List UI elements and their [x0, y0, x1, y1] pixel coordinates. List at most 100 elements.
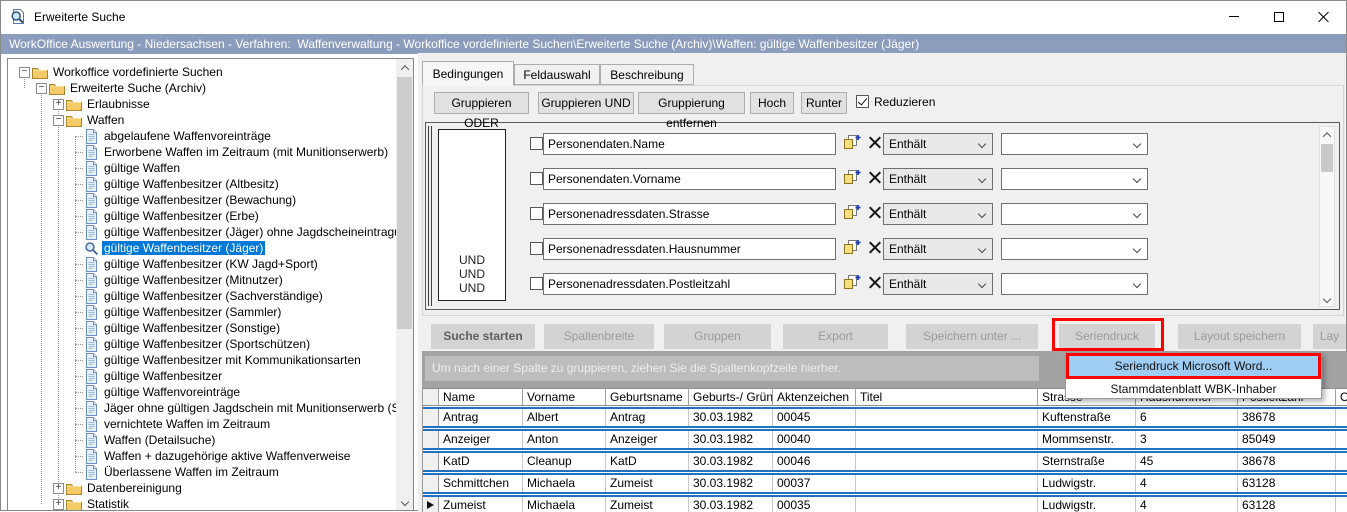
- tab-bedingungen[interactable]: Bedingungen: [422, 61, 514, 86]
- add-field-icon[interactable]: [843, 169, 861, 186]
- tree-item-gültige-waffenbesitzer-jäger[interactable]: gültige Waffenbesitzer (Jäger): [9, 240, 396, 256]
- tree-item-gültige-waffenbesitzer-sportschützen[interactable]: gültige Waffenbesitzer (Sportschützen): [9, 336, 396, 352]
- row-selector[interactable]: [423, 475, 439, 492]
- condition-field-input[interactable]: Personenadressdaten.Postleitzahl: [543, 273, 836, 295]
- column-header-geburtsname[interactable]: Geburtsname: [606, 388, 689, 406]
- value-select[interactable]: [1001, 238, 1148, 260]
- scrollbar-thumb[interactable]: [1321, 144, 1333, 172]
- delete-condition-icon[interactable]: [868, 136, 881, 149]
- minimize-button[interactable]: [1211, 1, 1256, 32]
- hoch-button[interactable]: Hoch: [750, 92, 794, 114]
- reduzieren-checkbox[interactable]: [856, 95, 869, 108]
- tree-item-gültige-waffenbesitzer-kw-jagd-sport[interactable]: gültige Waffenbesitzer (KW Jagd+Sport): [9, 256, 396, 272]
- tree-item-abgelaufene-waffenvoreinträge[interactable]: abgelaufene Waffenvoreinträge: [9, 128, 396, 144]
- expand-toggle-icon[interactable]: +: [53, 483, 64, 494]
- spaltenbreite-button[interactable]: Spaltenbreite: [544, 324, 654, 349]
- expand-toggle-icon[interactable]: +: [53, 499, 64, 510]
- condition-checkbox[interactable]: [530, 137, 543, 150]
- condition-checkbox[interactable]: [530, 242, 543, 255]
- tree-item-waffen[interactable]: −Waffen: [9, 112, 396, 128]
- column-header-o[interactable]: O: [1336, 388, 1347, 406]
- column-header-vorname[interactable]: Vorname: [523, 388, 606, 406]
- operator-select[interactable]: Enthält: [883, 273, 993, 295]
- expand-toggle-icon[interactable]: +: [53, 99, 64, 110]
- add-field-icon[interactable]: [843, 274, 861, 291]
- tree-item-gültige-waffenbesitzer-bewachung[interactable]: gültige Waffenbesitzer (Bewachung): [9, 192, 396, 208]
- speichern-unter-button[interactable]: Speichern unter ...: [906, 324, 1038, 349]
- operator-select[interactable]: Enthält: [883, 203, 993, 225]
- delete-condition-icon[interactable]: [868, 276, 881, 289]
- collapse-toggle-icon[interactable]: −: [53, 115, 64, 126]
- tree-item-gültige-waffen[interactable]: gültige Waffen: [9, 160, 396, 176]
- tree-item-waffen-dazugehörige-aktive-waffenverweise[interactable]: Waffen + dazugehörige aktive Waffenverwe…: [9, 448, 396, 464]
- condition-field-input[interactable]: Personendaten.Name: [543, 133, 836, 155]
- condition-field-input[interactable]: Personendaten.Vorname: [543, 168, 836, 190]
- row-selector[interactable]: [423, 453, 439, 470]
- column-header-aktenzeichen[interactable]: Aktenzeichen: [773, 388, 856, 406]
- tab-feldauswahl[interactable]: Feldauswahl: [514, 64, 600, 85]
- tree-item-erlaubnisse[interactable]: +Erlaubnisse: [9, 96, 396, 112]
- operator-select[interactable]: Enthält: [883, 133, 993, 155]
- tree-item-gültige-waffenbesitzer-sachverständige[interactable]: gültige Waffenbesitzer (Sachverständige): [9, 288, 396, 304]
- tree-item-erworbene-waffen-im-zeitraum-mit-munitionserwerb[interactable]: Erworbene Waffen im Zeitraum (mit Muniti…: [9, 144, 396, 160]
- tree-item-überlassene-waffen-im-zeitraum[interactable]: Überlassene Waffen im Zeitraum: [9, 464, 396, 480]
- delete-condition-icon[interactable]: [868, 206, 881, 219]
- scrollbar-thumb[interactable]: [397, 77, 412, 329]
- runter-button[interactable]: Runter: [801, 92, 847, 114]
- tree-item-gültige-waffenbesitzer-erbe[interactable]: gültige Waffenbesitzer (Erbe): [9, 208, 396, 224]
- tab-beschreibung[interactable]: Beschreibung: [600, 64, 694, 85]
- collapse-toggle-icon[interactable]: −: [19, 67, 30, 78]
- tree-item-gültige-waffenbesitzer-sonstige[interactable]: gültige Waffenbesitzer (Sonstige): [9, 320, 396, 336]
- maximize-button[interactable]: [1256, 1, 1301, 32]
- table-row[interactable]: AntragAlbertAntrag30.03.198200045Kuftens…: [423, 407, 1347, 428]
- tree-item-gültige-waffenbesitzer-mit-kommunikationsarten[interactable]: gültige Waffenbesitzer mit Kommunikation…: [9, 352, 396, 368]
- tree-item-datenbereinigung[interactable]: +Datenbereinigung: [9, 480, 396, 496]
- conditions-vertical-scrollbar[interactable]: [1319, 126, 1335, 307]
- condition-field-input[interactable]: Personenadressdaten.Strasse: [543, 203, 836, 225]
- add-field-icon[interactable]: [843, 239, 861, 256]
- gruppieren-oder-button[interactable]: Gruppieren ODER: [434, 92, 529, 114]
- add-field-icon[interactable]: [843, 204, 861, 221]
- tree-item-vernichtete-waffen-im-zeitraum[interactable]: vernichtete Waffen im Zeitraum: [9, 416, 396, 432]
- row-selector[interactable]: [423, 431, 439, 448]
- table-row[interactable]: SchmittchenMichaelaZumeist30.03.19820003…: [423, 473, 1347, 494]
- collapse-toggle-icon[interactable]: −: [36, 83, 47, 94]
- tree-item-gültige-waffenbesitzer-sammler[interactable]: gültige Waffenbesitzer (Sammler): [9, 304, 396, 320]
- value-select[interactable]: [1001, 168, 1148, 190]
- operator-select[interactable]: Enthält: [883, 168, 993, 190]
- lay-button[interactable]: Lay: [1313, 324, 1346, 349]
- scroll-down-icon[interactable]: [396, 493, 413, 510]
- tree-item-waffen-detailsuche[interactable]: Waffen (Detailsuche): [9, 432, 396, 448]
- operator-select[interactable]: Enthält: [883, 238, 993, 260]
- tree-item-gültige-waffenbesitzer-jäger-ohne-jagdscheineintragung[interactable]: gültige Waffenbesitzer (Jäger) ohne Jagd…: [9, 224, 396, 240]
- table-row[interactable]: ZumeistMichaelaZumeist30.03.198200035Lud…: [423, 495, 1347, 512]
- gruppieren-und-button[interactable]: Gruppieren UND: [538, 92, 634, 114]
- condition-field-input[interactable]: Personenadressdaten.Hausnummer: [543, 238, 836, 260]
- gruppen-button[interactable]: Gruppen: [664, 324, 771, 349]
- table-row[interactable]: KatDCleanupKatD30.03.198200046Sternstraß…: [423, 451, 1347, 472]
- row-selector[interactable]: [423, 497, 439, 512]
- condition-checkbox[interactable]: [530, 172, 543, 185]
- column-header-name[interactable]: Name: [439, 388, 523, 406]
- gruppierung-entfernen-button[interactable]: Gruppierung entfernen: [638, 92, 745, 114]
- add-field-icon[interactable]: [843, 134, 861, 151]
- layout-speichern-button[interactable]: Layout speichern: [1178, 324, 1301, 349]
- tree-vertical-scrollbar[interactable]: [396, 59, 413, 510]
- menu-item-seriendruck-microsoft-word[interactable]: Seriendruck Microsoft Word...: [1066, 353, 1321, 379]
- seriendruck-button[interactable]: Seriendruck: [1059, 324, 1155, 349]
- column-header-geburts-gründ[interactable]: Geburts-/ Gründ...: [689, 388, 773, 406]
- delete-condition-icon[interactable]: [868, 171, 881, 184]
- tree-item-jäger-ohne-gültigen-jagdschein-mit-munitionserwerb-sql[interactable]: Jäger ohne gültigen Jagdschein mit Munit…: [9, 400, 396, 416]
- tree-item-erweiterte-suche-archiv[interactable]: −Erweiterte Suche (Archiv): [9, 80, 396, 96]
- export-button[interactable]: Export: [783, 324, 888, 349]
- table-row[interactable]: AnzeigerAntonAnzeiger30.03.198200040Momm…: [423, 429, 1347, 450]
- value-select[interactable]: [1001, 133, 1148, 155]
- scroll-up-icon[interactable]: [396, 59, 413, 76]
- tree-item-gültige-waffenbesitzer[interactable]: gültige Waffenbesitzer: [9, 368, 396, 384]
- tree-item-workoffice-vordefinierte-suchen[interactable]: −Workoffice vordefinierte Suchen: [9, 64, 396, 80]
- row-selector[interactable]: [423, 409, 439, 426]
- condition-checkbox[interactable]: [530, 277, 543, 290]
- menu-item-stammdatenblatt-wbk-inhaber[interactable]: Stammdatenblatt WBK-Inhaber: [1066, 379, 1321, 399]
- delete-condition-icon[interactable]: [868, 241, 881, 254]
- condition-checkbox[interactable]: [530, 207, 543, 220]
